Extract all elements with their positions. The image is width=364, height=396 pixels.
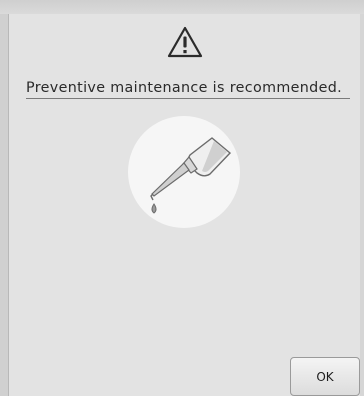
maintenance-message: Preventive maintenance is recommended.: [26, 80, 343, 96]
ok-button[interactable]: OK: [290, 357, 360, 396]
illustration-circle: [128, 116, 240, 228]
top-edge: [0, 0, 364, 14]
message-underline: [26, 98, 350, 99]
oil-bottle-icon: [150, 137, 232, 214]
screen: Preventive maintenance is recommended. O…: [0, 0, 364, 396]
left-edge: [0, 14, 8, 396]
warning-icon: [167, 26, 203, 58]
